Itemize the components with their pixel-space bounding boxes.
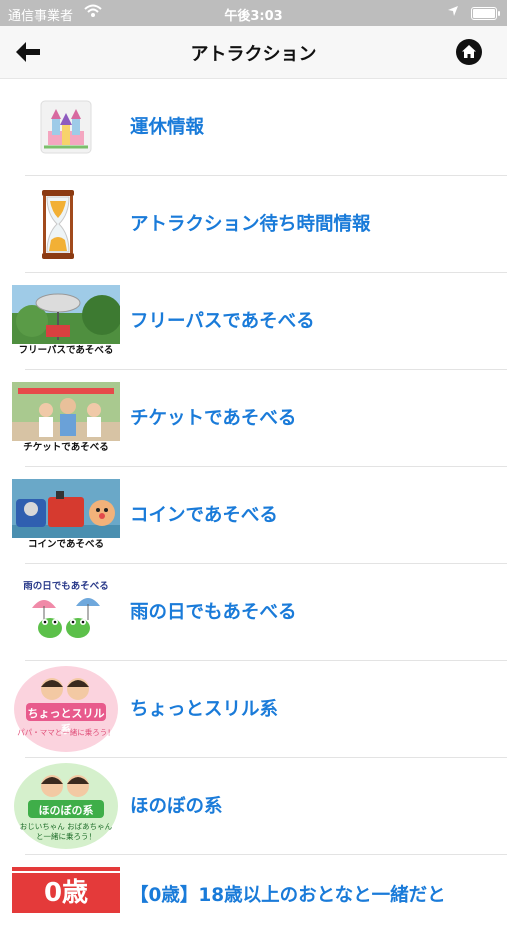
list-item-label: 【0歳】18歳以上のおとなと一緒だと <box>130 885 446 906</box>
thrill-kids-icon: ちょっとスリル系 パパ・ママと一緒に乗ろう！ <box>12 665 120 753</box>
home-icon <box>462 45 476 58</box>
status-bar: 通信事業者 午後3:03 <box>0 0 507 26</box>
list-item-label: ちょっとスリル系 <box>130 699 279 720</box>
list-item-ticket[interactable]: チケットであそべる チケットであそべる <box>0 370 507 467</box>
thumbnail-caption: コインであそべる <box>12 538 120 552</box>
location-arrow-icon <box>447 5 459 21</box>
list-item-free-pass[interactable]: フリーパスであそべる フリーパスであそべる <box>0 273 507 370</box>
gentle-kids-icon: ほのぼの系 おじいちゃん おばあちゃんと一緒に乗ろう！ <box>12 762 120 850</box>
badge-stripe <box>12 867 120 871</box>
list-item-label: チケットであそべる <box>130 408 297 429</box>
list-item-rainy-day[interactable]: 雨の日でもあそべる 雨の日でもあそべる <box>0 564 507 661</box>
status-time: 午後3:03 <box>224 9 283 24</box>
navigation-bar: アトラクション <box>0 26 507 79</box>
castle-icon <box>12 91 120 164</box>
list-item-label: コインであそべる <box>130 505 278 526</box>
list-item-gentle[interactable]: ほのぼの系 おじいちゃん おばあちゃんと一緒に乗ろう！ ほのぼの系 <box>0 758 507 855</box>
family-photo: チケットであそべる <box>12 382 120 455</box>
rain-frogs-icon: 雨の日でもあそべる <box>12 576 120 649</box>
thumbnail-subcaption: おじいちゃん おばあちゃんと一緒に乗ろう！ <box>19 822 113 841</box>
thumbnail-caption: 雨の日でもあそべる <box>23 581 109 592</box>
page-title: アトラクション <box>190 44 317 65</box>
thumbnail-caption: ほのぼの系 <box>38 804 94 817</box>
list-item-wait-times[interactable]: アトラクション待ち時間情報 <box>0 176 507 273</box>
battery-icon <box>471 7 500 20</box>
list-item-label: アトラクション待ち時間情報 <box>130 214 371 235</box>
thumbnail-caption: フリーパスであそべる <box>12 344 120 358</box>
home-button[interactable] <box>456 39 482 65</box>
thumbnail-caption: 0歳 <box>12 873 120 913</box>
list-item-closure-info[interactable]: 運休情報 <box>0 79 507 176</box>
zeppelin-ride-photo: フリーパスであそべる <box>12 285 120 358</box>
battery-fill <box>473 9 495 18</box>
coin-ride-photo: コインであそべる <box>12 479 120 552</box>
list-item-label: フリーパスであそべる <box>130 311 315 332</box>
list-item-thrill[interactable]: ちょっとスリル系 パパ・ママと一緒に乗ろう！ ちょっとスリル系 <box>0 661 507 758</box>
list-item-label: ほのぼの系 <box>130 796 223 817</box>
list-item-coin[interactable]: コインであそべる コインであそべる <box>0 467 507 564</box>
list-item-label: 雨の日でもあそべる <box>130 602 297 623</box>
list-item-age-zero[interactable]: 0歳 【0歳】18歳以上のおとなと一緒だと <box>0 855 507 952</box>
thumbnail-caption: チケットであそべる <box>12 441 120 455</box>
attraction-list: 運休情報 アトラクション待ち時間情報 フリーパスであそべる フリーパスであそべる… <box>0 79 507 952</box>
list-item-label: 運休情報 <box>130 117 205 138</box>
age-zero-badge: 0歳 <box>12 867 120 940</box>
thumbnail-subcaption: パパ・ママと一緒に乗ろう！ <box>17 728 115 737</box>
hourglass-icon <box>12 188 120 261</box>
